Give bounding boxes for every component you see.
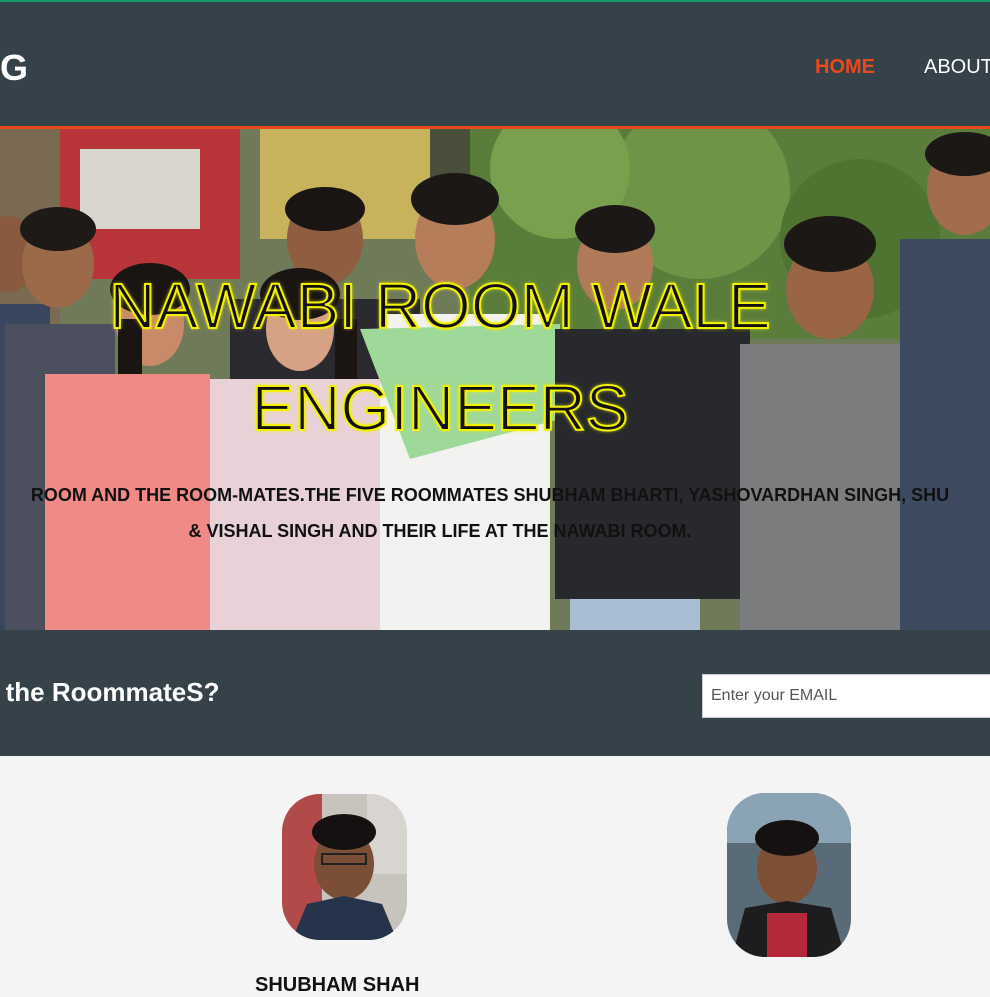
hero-title-line-1: NAWABI ROOM WALE [108, 270, 771, 342]
email-input[interactable] [702, 674, 990, 718]
member-photo-1-image [282, 794, 407, 940]
member-photo-2-image [727, 793, 851, 957]
site-header: G HOME ABOUT [0, 2, 990, 129]
hero-banner: NAWABI ROOM WALE ENGINEERS ROOM AND THE … [0, 129, 990, 630]
site-brand[interactable]: G [0, 48, 28, 88]
hero-title-line-2: ENGINEERS [251, 372, 630, 444]
member-photo-shubham [282, 794, 407, 940]
nav-home-link[interactable]: HOME [815, 55, 875, 79]
hero-description-line-1: ROOM AND THE ROOM-MATES.THE FIVE ROOMMAT… [30, 485, 950, 505]
hero-description-line-2: & VISHAL SINGH AND THEIR LIFE AT THE NAW… [188, 521, 692, 541]
member-photo-2 [727, 793, 851, 957]
member-name-1: SHUBHAM SHAH [255, 974, 420, 996]
team-section: SHUBHAM SHAH [0, 756, 990, 996]
newsletter-heading: out the RoommateS? [0, 677, 220, 707]
nav-about-link[interactable]: ABOUT [924, 55, 990, 79]
newsletter-section: out the RoommateS? [0, 630, 990, 756]
